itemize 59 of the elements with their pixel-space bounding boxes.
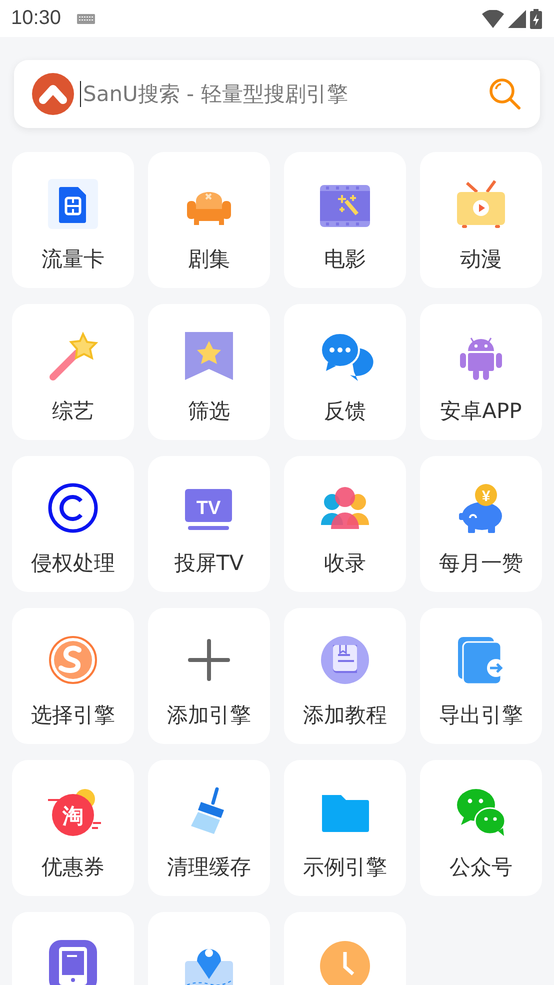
shortcut-tile[interactable]: 示例引擎	[284, 760, 406, 896]
tile-label: 投屏TV	[174, 550, 244, 577]
shortcut-tile[interactable]: 动漫	[420, 152, 542, 288]
shortcut-tile[interactable]: 电影	[284, 152, 406, 288]
television-icon	[456, 179, 506, 229]
tile-label: 流量卡	[42, 246, 104, 273]
tile-label: 综艺	[52, 398, 94, 425]
tile-label: 每月一赞	[439, 550, 523, 577]
search-field[interactable]: SanU搜索 - 轻量型搜剧引擎	[80, 81, 482, 107]
magic-wand-icon	[48, 331, 98, 381]
tile-label: 反馈	[324, 398, 366, 425]
shortcut-tile[interactable]: 综艺	[12, 304, 134, 440]
clock-time: 10:30	[11, 7, 62, 30]
shortcut-tile[interactable]: 侵权处理	[12, 456, 134, 592]
shortcut-tile[interactable]: 添加引擎	[148, 608, 270, 744]
tile-label: 优惠券	[42, 854, 104, 881]
shortcut-tile[interactable]: 安卓APP	[420, 304, 542, 440]
logo-icon	[32, 73, 74, 115]
search-bar[interactable]: SanU搜索 - 轻量型搜剧引擎	[14, 60, 540, 128]
battery-icon	[530, 8, 542, 28]
tile-label: 添加引擎	[167, 702, 251, 729]
shortcut-tile[interactable]: 导出引擎	[420, 608, 542, 744]
shortcut-tile[interactable]: 选择引擎	[12, 608, 134, 744]
bookmark-star-icon	[184, 331, 234, 381]
shortcut-tile[interactable]: 收录	[284, 456, 406, 592]
shortcut-tile[interactable]: 淘 优惠券	[12, 760, 134, 896]
tile-label: 剧集	[188, 246, 230, 273]
search-icon[interactable]	[488, 77, 522, 111]
shortcut-tile[interactable]: 清理缓存	[148, 760, 270, 896]
sim-card-icon	[48, 179, 98, 229]
shortcut-tile[interactable]: ¥ 每月一赞	[420, 456, 542, 592]
tile-label: 添加教程	[303, 702, 387, 729]
phone-icon	[48, 939, 98, 985]
tile-label: 选择引擎	[31, 702, 115, 729]
copyright-icon	[48, 483, 98, 533]
tile-label: 示例引擎	[303, 854, 387, 881]
shortcut-tile[interactable]: 添加教程	[284, 608, 406, 744]
tile-label: 公众号	[450, 854, 512, 881]
book-icon	[320, 635, 370, 685]
shortcut-tile[interactable]: 流量卡	[12, 152, 134, 288]
clock-icon	[320, 939, 370, 985]
shortcut-tile[interactable]: 筛选	[148, 304, 270, 440]
tile-label: 电影	[324, 246, 366, 273]
tile-label: 导出引擎	[439, 702, 523, 729]
export-icon	[456, 635, 506, 685]
shortcut-tile[interactable]: 公众号	[420, 760, 542, 896]
chat-icon	[456, 787, 506, 837]
tile-label: 清理缓存	[167, 854, 251, 881]
tile-label: 侵权处理	[31, 550, 115, 577]
tile-label: 收录	[324, 550, 366, 577]
signal-icon	[508, 10, 526, 28]
keyboard-icon	[77, 14, 96, 24]
shortcut-tile[interactable]: 剧集	[148, 152, 270, 288]
tile-label: 动漫	[460, 246, 502, 273]
tile-label: 安卓APP	[440, 398, 522, 425]
s-logo-icon	[48, 635, 98, 685]
wifi-icon	[482, 10, 504, 28]
tile-label: 筛选	[188, 398, 230, 425]
shortcut-tile[interactable]: TV 投屏TV	[148, 456, 270, 592]
